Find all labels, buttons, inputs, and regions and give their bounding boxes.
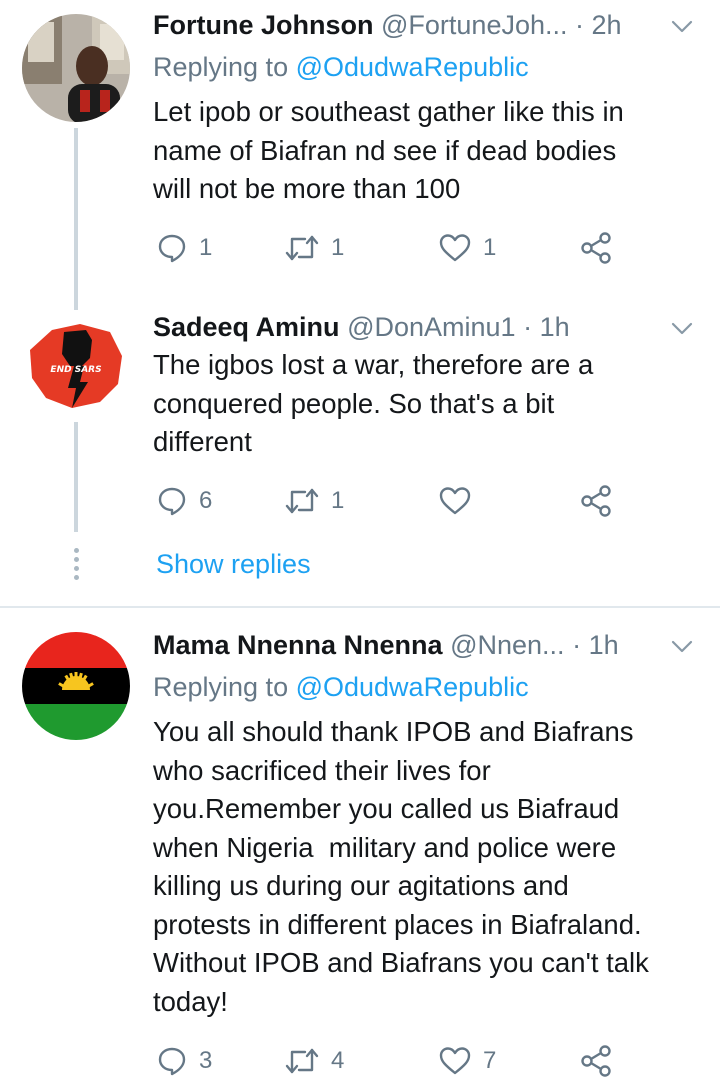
author-name[interactable]: Fortune Johnson	[153, 10, 373, 40]
like-count: 1	[483, 234, 497, 261]
reply-count: 1	[199, 234, 213, 261]
end-sars-fist-avatar: END SARS	[22, 310, 130, 418]
tweet-divider	[0, 606, 720, 608]
share-button[interactable]	[579, 1041, 613, 1081]
avatar[interactable]	[22, 632, 130, 740]
retweet-icon	[285, 488, 319, 514]
heart-icon	[439, 487, 471, 515]
reply-button[interactable]: 6	[157, 481, 212, 521]
like-button[interactable]: 1	[439, 228, 496, 268]
reply-icon	[158, 1047, 186, 1076]
tweet-text: Let ipob or southeast gather like this i…	[153, 96, 624, 204]
reply-button[interactable]: 1	[157, 228, 212, 268]
author-name[interactable]: Mama Nnenna Nnenna	[153, 630, 443, 660]
author-handle[interactable]: @DonAminu1	[347, 312, 516, 342]
tweet-header: Sadeeq Aminu @DonAminu1 · 1h	[153, 310, 660, 344]
heart-icon	[439, 234, 471, 262]
retweet-button[interactable]: 1	[285, 481, 344, 521]
replying-to: Replying to @OdudwaRepublic	[153, 50, 529, 84]
biafra-flag-avatar	[22, 632, 130, 740]
replying-to: Replying to @OdudwaRepublic	[153, 670, 529, 704]
replying-prefix: Replying to	[153, 52, 296, 82]
reply-icon	[158, 234, 186, 263]
timestamp[interactable]: 2h	[592, 10, 622, 40]
chevron-down-icon[interactable]	[670, 634, 694, 658]
tweet-mama-nnenna[interactable]: Mama Nnenna Nnenna @Nnen... · 1h Replyin…	[0, 610, 720, 1090]
avatar-text: END SARS	[50, 365, 101, 375]
retweet-icon	[285, 1048, 319, 1074]
tweet-text: You all should thank IPOB and Biafrans w…	[153, 716, 649, 1017]
reply-count: 3	[199, 1047, 213, 1074]
replying-mention[interactable]: @OdudwaRepublic	[296, 672, 529, 702]
chevron-down-icon[interactable]	[670, 316, 694, 340]
retweet-button[interactable]: 4	[285, 1041, 344, 1081]
tweet-fortune-johnson[interactable]: Fortune Johnson @FortuneJoh... · 2h Repl…	[0, 0, 720, 310]
retweet-icon	[285, 235, 319, 261]
reply-icon	[158, 487, 186, 516]
tweet-actions: 1 1 1	[157, 228, 627, 268]
share-icon	[581, 485, 611, 517]
share-icon	[581, 1045, 611, 1077]
separator-dot: ·	[523, 312, 533, 342]
separator-dot: ·	[575, 10, 585, 40]
retweet-count: 1	[331, 487, 345, 514]
more-replies-dots	[70, 548, 82, 584]
tweet-text: The igbos lost a war, therefore are a co…	[153, 349, 594, 457]
show-replies-link[interactable]: Show replies	[156, 546, 311, 582]
reply-count: 6	[199, 487, 213, 514]
chevron-down-icon[interactable]	[670, 14, 694, 38]
share-button[interactable]	[579, 481, 613, 521]
separator-dot: ·	[572, 630, 582, 660]
tweet-sadeeq-aminu[interactable]: END SARS Sadeeq Aminu @DonAminu1 · 1h Th…	[0, 310, 720, 610]
avatar[interactable]	[22, 14, 130, 122]
tweet-header: Fortune Johnson @FortuneJoh... · 2h	[153, 8, 660, 42]
tweet-actions: 3 4 7	[157, 1041, 627, 1081]
heart-icon	[439, 1047, 471, 1075]
like-button[interactable]	[439, 481, 483, 521]
reply-button[interactable]: 3	[157, 1041, 212, 1081]
author-handle[interactable]: @FortuneJoh...	[381, 10, 568, 40]
person-photo-avatar	[22, 14, 130, 122]
timestamp[interactable]: 1h	[589, 630, 619, 660]
replying-mention[interactable]: @OdudwaRepublic	[296, 52, 529, 82]
author-name[interactable]: Sadeeq Aminu	[153, 312, 340, 342]
avatar[interactable]: END SARS	[22, 310, 130, 418]
replying-prefix: Replying to	[153, 672, 296, 702]
retweet-count: 1	[331, 234, 345, 261]
thread-line	[74, 422, 78, 532]
thread-line	[74, 128, 78, 310]
like-button[interactable]: 7	[439, 1041, 496, 1081]
tweet-actions: 6 1	[157, 481, 627, 521]
retweet-count: 4	[331, 1047, 345, 1074]
share-icon	[581, 232, 611, 264]
like-count: 7	[483, 1047, 497, 1074]
timestamp[interactable]: 1h	[540, 312, 570, 342]
tweet-header: Mama Nnenna Nnenna @Nnen... · 1h	[153, 628, 660, 662]
author-handle[interactable]: @Nnen...	[450, 630, 564, 660]
retweet-button[interactable]: 1	[285, 228, 344, 268]
share-button[interactable]	[579, 228, 613, 268]
